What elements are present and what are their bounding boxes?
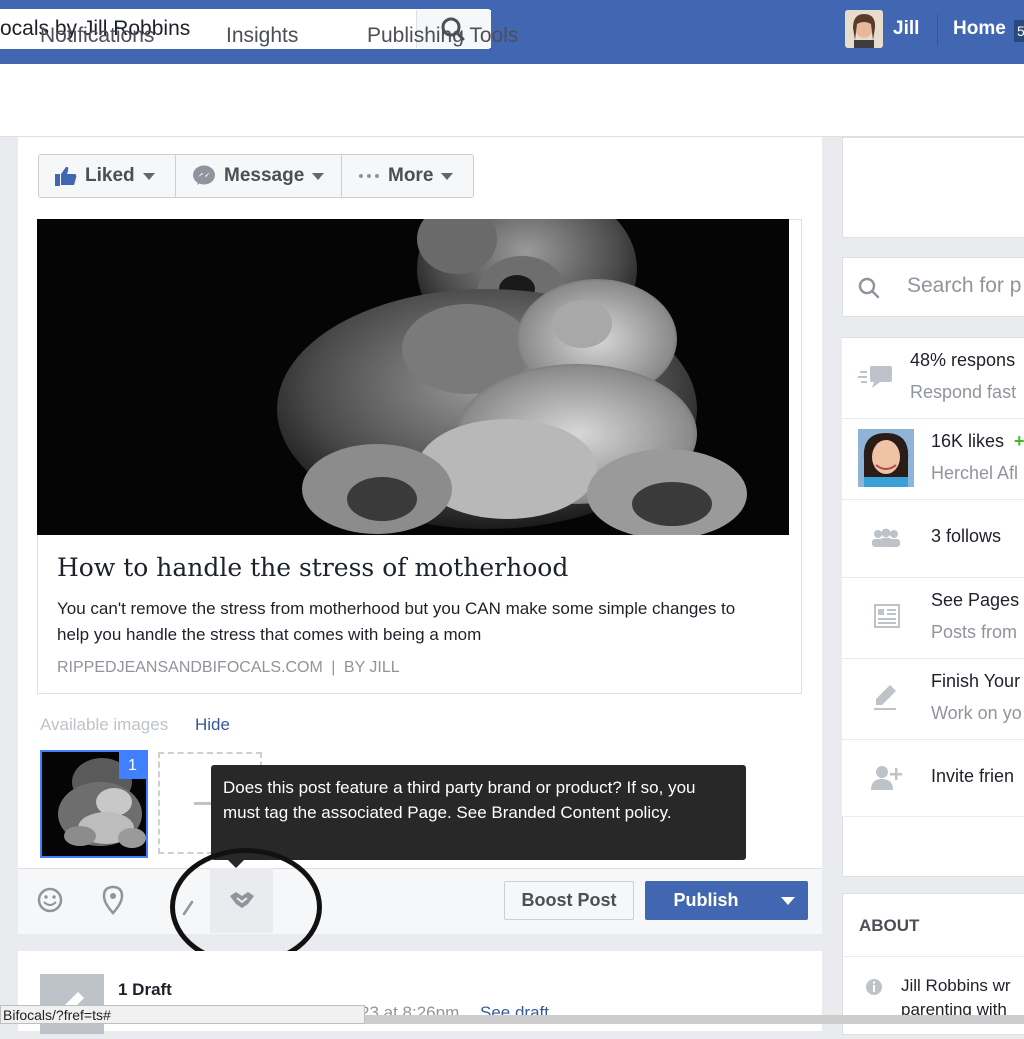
likes-count-text: 16K likes (931, 431, 1005, 451)
follows-row[interactable]: 3 follows (842, 500, 1024, 578)
thumbs-up-icon (55, 166, 77, 186)
finish-subtext: Work on yo (931, 703, 1022, 723)
liked-label: Liked (85, 165, 135, 186)
liked-button[interactable]: Liked (39, 155, 176, 197)
chevron-down-icon (781, 897, 795, 905)
home-notification-badge: 5 (1014, 20, 1024, 42)
messenger-icon (193, 165, 215, 185)
browser-status-url: Bifocals/?fref=ts# (0, 1005, 365, 1024)
finish-text: Finish Your (931, 671, 1021, 691)
annotation-circle (170, 848, 322, 966)
about-divider (843, 956, 1024, 957)
invite-text: Invite frien (931, 766, 1015, 786)
right-top-card (842, 137, 1024, 238)
user-name-link[interactable]: Jill (893, 18, 919, 40)
avatar-photo (845, 10, 883, 48)
likes-subtext: Herchel Afl (931, 463, 1019, 483)
horizontal-scrollbar[interactable] (365, 1015, 1024, 1024)
link-domain-text: RIPPEDJEANSANDBIFOCALS.COM (57, 659, 323, 676)
add-person-icon (871, 766, 902, 790)
page-navigation (0, 64, 1024, 137)
finish-row[interactable]: Finish Your Work on yo (842, 659, 1024, 740)
hide-images-link[interactable]: Hide (195, 715, 230, 735)
boost-post-button[interactable]: Boost Post (504, 881, 634, 920)
more-label: More (388, 165, 434, 186)
likes-increase: + (1014, 431, 1024, 451)
link-separator: | (331, 659, 336, 676)
speech-bubble-icon (858, 366, 892, 388)
see-pages-subtext: Posts from (931, 622, 1018, 642)
chevron-down-icon (312, 172, 325, 180)
info-icon (866, 979, 882, 995)
teddy-bear-photo (37, 219, 789, 535)
message-label: Message (224, 165, 305, 186)
about-text-line1: Jill Robbins wr (901, 976, 1011, 995)
follows-text: 3 follows (931, 526, 1002, 546)
link-title[interactable]: How to handle the stress of motherhood (57, 553, 568, 582)
about-heading: ABOUT (859, 916, 920, 935)
topbar-divider (937, 14, 938, 46)
liker-avatar (858, 429, 914, 487)
message-button[interactable]: Message (176, 155, 342, 197)
publish-button[interactable]: Publish (645, 881, 767, 920)
likes-row[interactable]: 16K likes + Herchel Afl (842, 419, 1024, 500)
location-pin-icon[interactable] (102, 885, 124, 915)
home-link[interactable]: Home (953, 18, 1006, 40)
search-icon (858, 277, 880, 299)
link-description: You can't remove the stress from motherh… (57, 599, 736, 644)
smiley-icon[interactable] (36, 886, 64, 914)
link-author: BY JILL (343, 659, 400, 676)
publish-options-button[interactable] (767, 881, 808, 920)
people-icon (872, 528, 900, 547)
thumbnail-number-badge: 1 (119, 752, 146, 779)
posts-search-box[interactable]: Search for p (842, 257, 1024, 317)
about-card: ABOUT Jill Robbins wr parenting with (842, 893, 1024, 1035)
response-rate-subtext: Respond fast (910, 382, 1017, 402)
more-button[interactable]: More (342, 155, 473, 197)
ellipsis-icon (359, 174, 379, 178)
drafts-title: 1 Draft (118, 980, 172, 999)
draft-pencil-icon (40, 974, 104, 1034)
link-preview-image (37, 219, 789, 535)
posts-search-placeholder[interactable]: Search for p (907, 274, 1021, 298)
news-feed-icon (874, 604, 900, 628)
tab-insights[interactable]: Insights (226, 24, 298, 48)
see-pages-row[interactable]: See Pages Posts from (842, 578, 1024, 659)
link-source: RIPPEDJEANSANDBIFOCALS.COM | BY JILL (57, 659, 400, 677)
chevron-down-icon (142, 172, 155, 180)
pencil-icon (874, 685, 896, 710)
page-action-buttons: Liked Message More (38, 154, 474, 198)
see-pages-text: See Pages (931, 590, 1020, 610)
response-rate-row[interactable]: 48% respons Respond fast (842, 338, 1024, 419)
available-images-label: Available images (40, 715, 169, 734)
invite-row[interactable]: Invite frien (842, 740, 1024, 817)
chevron-down-icon (441, 172, 454, 180)
response-rate-text: 48% respons (910, 350, 1016, 370)
tab-notifications[interactable]: Notifications (40, 24, 154, 48)
branded-content-tooltip: Does this post feature a third party bra… (211, 765, 746, 860)
user-avatar[interactable] (845, 10, 883, 48)
tab-publishing-tools[interactable]: Publishing Tools (367, 24, 518, 48)
